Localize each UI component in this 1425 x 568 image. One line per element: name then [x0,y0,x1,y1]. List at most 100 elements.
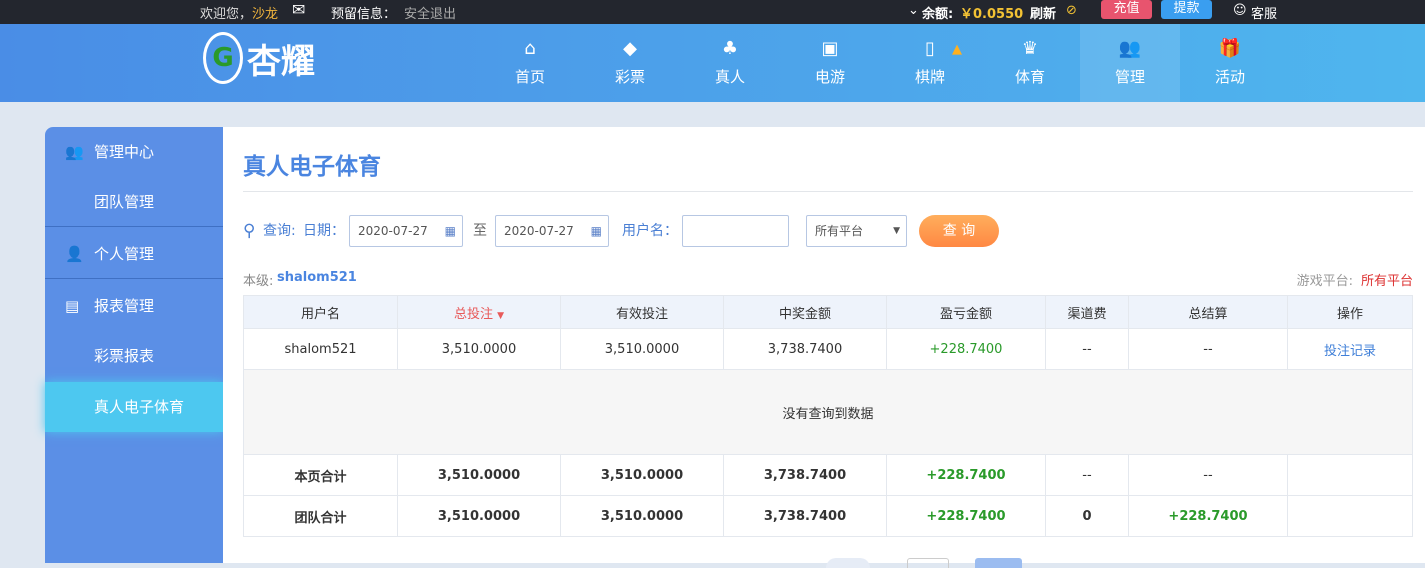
username-label: 用户名： [622,223,678,239]
sort-desc-icon[interactable]: ▼ [497,311,504,321]
sidebar-label: 报表管理 [94,297,155,315]
sidebar-item-live-sports[interactable]: 真人电子体育 [45,382,223,432]
top-bar: 欢迎您， 沙龙 ✉ 预留信息： 安全退出 ⌄ 余额: ￥0.0550 刷新 ⊘ … [0,0,1425,24]
date-label: 日期： [303,223,345,239]
calendar-icon[interactable]: ▦ [591,216,602,246]
table-row: shalom521 3,510.0000 3,510.0000 3,738.74… [243,328,1413,370]
bet-record-link[interactable]: 投注记录 [1287,328,1413,370]
cell: -- [1128,454,1288,496]
document-icon: ▤ [65,297,80,315]
nav-sports[interactable]: ♛ 体育 [980,24,1080,102]
pagination-prev[interactable] [826,558,870,568]
nav-live[interactable]: ♣ 真人 [680,24,780,102]
cell: 3,510.0000 [560,328,724,370]
nav-lottery[interactable]: ◆ 彩票 [580,24,680,102]
users-icon: 👥 [65,143,84,161]
sidebar-label: 个人管理 [94,245,155,263]
to-label: 至 [473,223,487,239]
nav-slots[interactable]: ▣ 电游 [780,24,880,102]
nav-label: 首页 [514,68,545,86]
nav-label: 电游 [814,68,845,86]
nav-home[interactable]: ⌂ 首页 [480,24,580,102]
empty-row: 没有查询到数据 [243,369,1413,455]
nav-manage[interactable]: 👥 管理 [1080,24,1180,102]
cell: -- [1045,454,1129,496]
sidebar-item-management-center[interactable]: 👥 管理中心 [45,127,223,177]
cell: 团队合计 [243,495,398,537]
date-from-input[interactable]: 2020-07-27 ▦ [349,215,463,247]
col-valid-bet: 有效投注 [560,295,724,329]
withdraw-button[interactable]: 提款 [1161,0,1212,19]
cell: 3,510.0000 [397,495,561,537]
username-input[interactable] [682,215,789,247]
game-platform-value: 所有平台 [1360,274,1413,289]
cell: 0 [1045,495,1129,537]
query-label: 查询: [263,223,296,239]
chevron-down-icon[interactable]: ⌄ [908,3,919,18]
nav-label: 体育 [1014,68,1045,86]
header: G 杏耀 ⌂ 首页 ◆ 彩票 ♣ 真人 ▣ 电游 ▯ 棋牌 ▲ ♛ 体育 👥 管理 🎁 活动 [0,24,1425,102]
logout-link[interactable]: 安全退出 [404,3,456,22]
cell: 3,510.0000 [397,328,561,370]
sidebar-item-personal[interactable]: 👤 个人管理 [45,229,223,279]
sidebar-item-lottery-report[interactable]: 彩票报表 [45,331,223,381]
game-platform-label: 游戏平台: [1296,274,1353,289]
nav-cards[interactable]: ▯ 棋牌 ▲ [880,24,980,102]
users-icon: 👥 [1118,38,1142,59]
logo-emblem-icon: G [203,32,243,84]
cell: 3,738.7400 [723,328,887,370]
chat-icon[interactable]: ☺ [1233,3,1247,18]
nav-label: 真人 [714,68,745,86]
sidebar-label: 管理中心 [94,143,155,161]
cell: -- [1128,328,1288,370]
cell: +228.7400 [886,328,1046,370]
level-user-link[interactable]: shalom521 [277,270,357,285]
search-button[interactable]: 查 询 [919,215,999,247]
hot-fire-icon: ▲ [952,42,962,57]
chevron-down-icon: ▼ [893,226,900,236]
date-to-value: 2020-07-27 [504,224,574,238]
sidebar-item-team[interactable]: 团队管理 [45,177,223,227]
table-header: 用户名 总投注 ▼ 有效投注 中奖金额 盈亏金额 渠道费 总结算 操作 [243,295,1413,329]
platform-select[interactable]: 所有平台 ▼ [806,215,907,247]
cell: 本页合计 [243,454,398,496]
refresh-button[interactable]: 刷新 [1030,3,1056,22]
search-icon: ⚲ [243,221,256,241]
nav-events[interactable]: 🎁 活动 [1180,24,1280,102]
cell: +228.7400 [886,495,1046,537]
empty-message: 没有查询到数据 [243,369,1413,455]
pagination-page-input[interactable] [907,558,949,568]
cell: +228.7400 [1128,495,1288,537]
cell: 3,738.7400 [723,495,887,537]
divider [243,191,1413,192]
trophy-icon: ♛ [1021,38,1039,59]
logo[interactable]: G 杏耀 [203,32,315,84]
pagination-go-button[interactable] [975,558,1022,568]
cell: 3,510.0000 [560,454,724,496]
col-profit: 盈亏金额 [886,295,1046,329]
mail-icon[interactable]: ✉ [292,0,305,19]
balance-label: 余额: [922,7,954,22]
card-icon: ▯ [925,38,935,59]
deposit-button[interactable]: 充值 [1101,0,1152,19]
col-channel-fee: 渠道费 [1045,295,1129,329]
username: 沙龙 [252,7,279,22]
date-to-input[interactable]: 2020-07-27 ▦ [495,215,609,247]
nav-label: 彩票 [614,68,645,86]
logo-text: 杏耀 [247,41,315,82]
hide-eye-icon[interactable]: ⊘ [1066,3,1077,18]
col-win: 中奖金额 [723,295,887,329]
calendar-icon[interactable]: ▦ [445,216,456,246]
slot-machine-icon: ▣ [821,38,839,59]
nav-label: 棋牌 [914,68,945,86]
col-total-bet[interactable]: 总投注 ▼ [397,295,561,329]
reserved-info: 预留信息： [331,7,397,22]
team-total-row: 团队合计 3,510.0000 3,510.0000 3,738.7400 +2… [243,495,1413,537]
sidebar-item-reports[interactable]: ▤ 报表管理 [45,281,223,331]
home-icon: ⌂ [524,38,536,59]
cell: 3,510.0000 [397,454,561,496]
lottery-icon: ◆ [623,38,637,59]
col-username: 用户名 [243,295,398,329]
customer-service-link[interactable]: 客服 [1251,3,1277,22]
cell: 3,510.0000 [560,495,724,537]
